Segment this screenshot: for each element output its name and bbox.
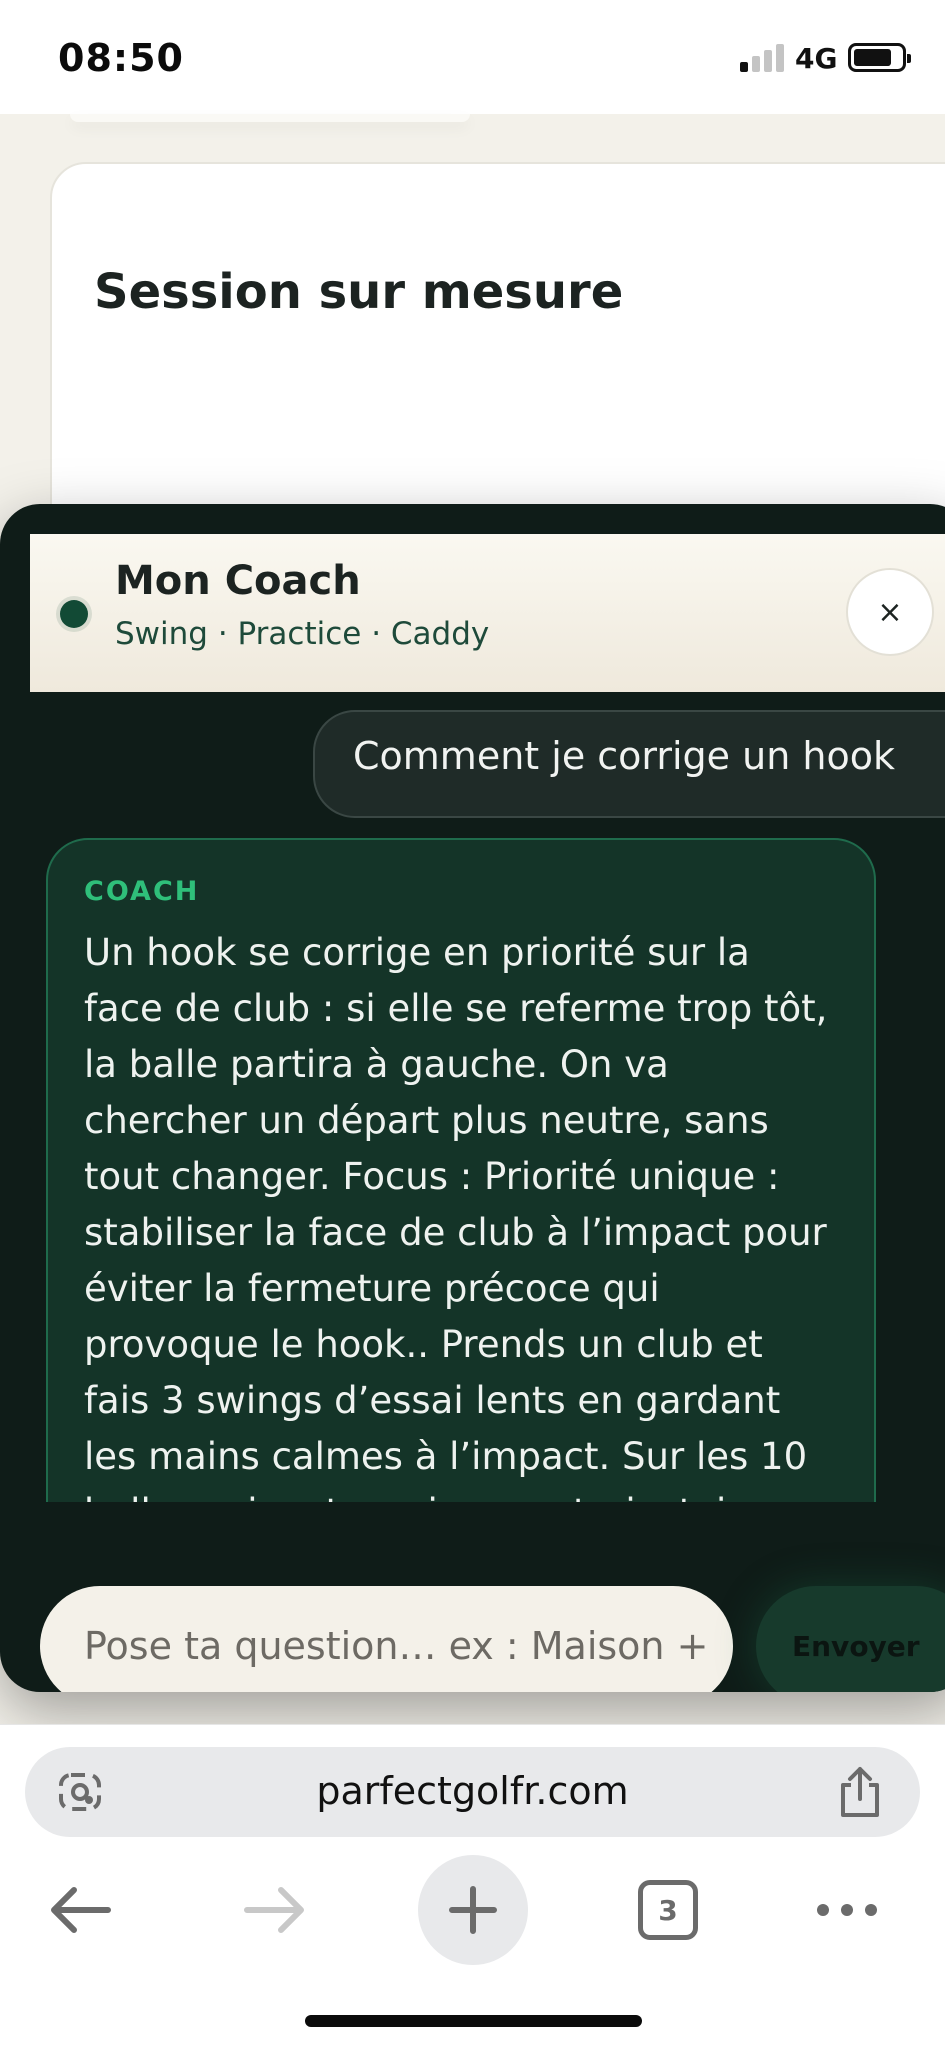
input-row: Envoyer [0, 1544, 945, 1692]
question-input[interactable] [40, 1586, 733, 1692]
back-button[interactable] [25, 1855, 135, 1965]
browser-toolbar: parfectgolfr.com 3 [0, 1724, 945, 2048]
session-title: Session sur mesure [94, 264, 624, 320]
status-bar: 08:50 4G [0, 0, 945, 114]
send-button[interactable]: Envoyer [756, 1586, 945, 1692]
address-bar[interactable]: parfectgolfr.com [25, 1747, 920, 1837]
share-icon[interactable] [835, 1765, 885, 1819]
more-icon [817, 1904, 877, 1916]
network-label: 4G [795, 42, 838, 75]
tabs-button[interactable]: 3 [613, 1855, 723, 1965]
home-indicator[interactable] [305, 2015, 642, 2027]
close-button[interactable]: × [846, 568, 934, 656]
back-arrow-icon [51, 1887, 111, 1933]
coach-subtitle: Swing · Practice · Caddy [115, 616, 490, 652]
battery-icon [848, 43, 911, 72]
tabs-icon: 3 [638, 1880, 698, 1940]
coach-message: COACH Un hook se corrige en priorité sur… [46, 838, 876, 1502]
new-tab-button[interactable] [418, 1855, 528, 1965]
signal-icon [740, 44, 786, 72]
more-button[interactable] [792, 1855, 902, 1965]
forward-arrow-icon [244, 1887, 304, 1933]
plus-icon [449, 1886, 497, 1934]
page-content: Session sur mesure Mon Coach Swing · Pra… [0, 114, 945, 1724]
coach-title: Mon Coach [115, 558, 361, 604]
top-chip [70, 114, 470, 122]
close-icon: × [877, 594, 903, 630]
message-list[interactable]: Comment je corrige un hook COACH Un hook… [30, 692, 945, 1502]
forward-button[interactable] [220, 1855, 330, 1965]
url-text[interactable]: parfectgolfr.com [25, 1769, 920, 1813]
coach-panel: Mon Coach Swing · Practice · Caddy × Com… [0, 504, 945, 1692]
coach-message-text: Un hook se corrige en priorité sur la fa… [84, 931, 828, 1502]
user-message: Comment je corrige un hook [313, 710, 945, 818]
coach-message-label: COACH [84, 876, 200, 907]
browser-nav: 3 [0, 1855, 945, 1975]
status-time: 08:50 [58, 36, 184, 80]
coach-header: Mon Coach Swing · Practice · Caddy × [30, 534, 945, 692]
online-status-dot [60, 600, 88, 628]
